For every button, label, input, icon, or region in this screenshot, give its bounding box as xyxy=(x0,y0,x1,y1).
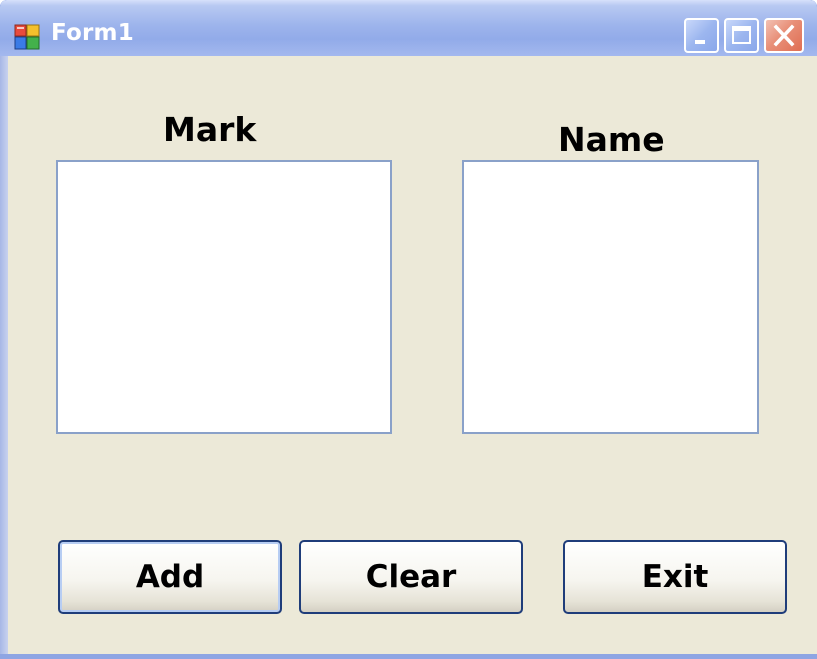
title-bar[interactable]: Form1 xyxy=(0,0,817,56)
mark-label: Mark xyxy=(163,110,257,149)
form1-window: Form1 Mark Name Add Clear Exit xyxy=(0,0,817,659)
form-app-icon[interactable] xyxy=(14,24,40,50)
mark-listbox[interactable] xyxy=(56,160,392,434)
minimize-button[interactable] xyxy=(684,18,719,53)
form-client-area: Mark Name Add Clear Exit xyxy=(8,56,817,654)
exit-button[interactable]: Exit xyxy=(563,540,787,614)
window-bottom-border xyxy=(0,654,817,659)
window-left-border xyxy=(0,56,8,659)
name-listbox[interactable] xyxy=(462,160,759,434)
name-label: Name xyxy=(558,120,665,159)
window-title: Form1 xyxy=(51,20,134,46)
add-button[interactable]: Add xyxy=(58,540,282,614)
close-button[interactable] xyxy=(764,18,804,53)
maximize-button[interactable] xyxy=(724,18,759,53)
clear-button[interactable]: Clear xyxy=(299,540,523,614)
